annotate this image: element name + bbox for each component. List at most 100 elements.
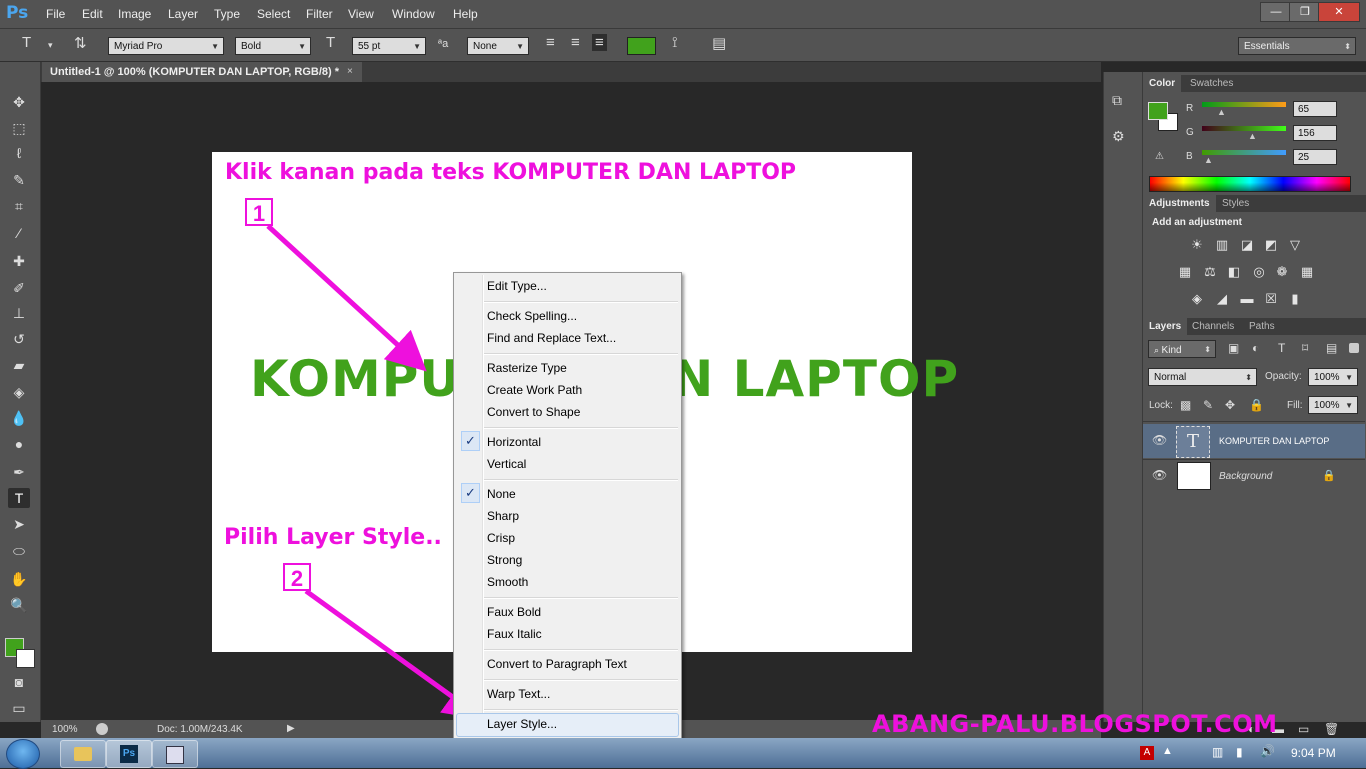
- menu-item-horizontal[interactable]: Horizontal: [487, 435, 541, 449]
- r-value-input[interactable]: 65: [1293, 101, 1337, 117]
- blend-mode-select[interactable]: Normal ⬍: [1148, 368, 1257, 386]
- filter-shape-icon[interactable]: ⌑: [1302, 341, 1308, 355]
- gradient-map-icon[interactable]: ▮: [1285, 291, 1305, 307]
- opacity-label: Opacity:: [1265, 371, 1302, 382]
- lock-transparent-icon[interactable]: ▩: [1180, 398, 1191, 412]
- history-panel-icon[interactable]: ⧉: [1112, 92, 1122, 109]
- menu-item-aa-sharp[interactable]: Sharp: [487, 509, 519, 523]
- fill-input[interactable]: 100% ▼: [1308, 396, 1358, 414]
- brightness-icon[interactable]: ☀: [1187, 237, 1207, 253]
- new-layer-icon[interactable]: ▭: [1298, 722, 1309, 736]
- menu-item-aa-none[interactable]: None: [487, 487, 516, 501]
- color-lookup-icon[interactable]: ▦: [1297, 264, 1317, 280]
- panel-dock-icons: [1103, 72, 1142, 722]
- menu-item-check-spelling[interactable]: Check Spelling...: [487, 309, 577, 323]
- tab-channels[interactable]: Channels: [1192, 318, 1234, 335]
- visibility-eye-icon[interactable]: 👁: [1152, 433, 1167, 447]
- g-slider[interactable]: [1202, 126, 1286, 131]
- layer-filter-select[interactable]: ⌕ Kind ⬍: [1148, 340, 1216, 358]
- menu-item-convert-to-shape[interactable]: Convert to Shape: [487, 405, 580, 419]
- vibrance-icon[interactable]: ▽: [1285, 237, 1305, 253]
- arrow-2: [304, 588, 485, 720]
- photo-filter-icon[interactable]: ◎: [1249, 264, 1269, 280]
- delete-layer-icon[interactable]: 🗑: [1324, 722, 1339, 736]
- check-icon-none: ✓: [461, 483, 480, 503]
- status-icon[interactable]: [96, 723, 108, 735]
- context-menu: Edit Type... Check Spelling... Find and …: [453, 272, 682, 740]
- b-label: B: [1186, 151, 1193, 162]
- tray-network-icon[interactable]: ▥: [1212, 745, 1223, 759]
- invert-icon[interactable]: ◈: [1187, 291, 1207, 307]
- g-slider-thumb[interactable]: ▲: [1248, 131, 1257, 141]
- curves-icon[interactable]: ◪: [1237, 237, 1257, 253]
- layer-thumbnail-text[interactable]: T: [1176, 426, 1210, 458]
- start-button[interactable]: [6, 739, 40, 769]
- filter-type-icon[interactable]: T: [1278, 341, 1285, 355]
- lock-image-icon[interactable]: ✎: [1203, 398, 1213, 412]
- menu-item-warp-text[interactable]: Warp Text...: [487, 687, 550, 701]
- filter-smart-object-icon[interactable]: ▤: [1326, 341, 1337, 355]
- layer-name-text[interactable]: KOMPUTER DAN LAPTOP: [1219, 436, 1329, 446]
- b-slider[interactable]: [1202, 150, 1286, 155]
- taskbar-photoshop-button[interactable]: Ps: [106, 740, 152, 768]
- filter-adjustment-icon[interactable]: ◐: [1252, 341, 1259, 355]
- r-slider-thumb[interactable]: ▲: [1217, 107, 1226, 117]
- tab-styles[interactable]: Styles: [1222, 195, 1249, 212]
- taskbar-clock[interactable]: 9:04 PM: [1291, 746, 1336, 760]
- g-label: G: [1186, 127, 1194, 138]
- menu-item-rasterize-type[interactable]: Rasterize Type: [487, 361, 567, 375]
- zoom-level[interactable]: 100%: [52, 724, 78, 735]
- hue-saturation-icon[interactable]: ▦: [1175, 264, 1195, 280]
- tray-volume-icon[interactable]: 🔊: [1260, 744, 1275, 758]
- posterize-icon[interactable]: ◢: [1212, 291, 1232, 307]
- levels-icon[interactable]: ▥: [1212, 237, 1232, 253]
- black-white-icon[interactable]: ◧: [1224, 264, 1244, 280]
- menu-item-aa-strong[interactable]: Strong: [487, 553, 522, 567]
- tab-adjustments[interactable]: Adjustments: [1143, 195, 1216, 212]
- lock-label: Lock:: [1149, 400, 1173, 411]
- exposure-icon[interactable]: ◩: [1261, 237, 1281, 253]
- layer-name-background[interactable]: Background: [1219, 471, 1272, 482]
- menu-item-aa-smooth[interactable]: Smooth: [487, 575, 528, 589]
- color-foreground-swatch[interactable]: [1148, 102, 1168, 120]
- taskbar-explorer-button[interactable]: [60, 740, 106, 768]
- menu-item-vertical[interactable]: Vertical: [487, 457, 526, 471]
- visibility-eye-icon[interactable]: 👁: [1152, 468, 1167, 482]
- tray-adobe-icon[interactable]: A: [1140, 746, 1154, 760]
- channel-mixer-icon[interactable]: ❁: [1272, 264, 1292, 280]
- color-balance-icon[interactable]: ⚖: [1200, 264, 1220, 280]
- status-menu-arrow-icon[interactable]: ▶: [287, 723, 295, 734]
- filter-pixel-icon[interactable]: ▣: [1228, 341, 1239, 355]
- menu-item-edit-type[interactable]: Edit Type...: [487, 279, 547, 293]
- lock-position-icon[interactable]: ✥: [1225, 398, 1235, 412]
- threshold-icon[interactable]: ▬: [1237, 291, 1257, 306]
- menu-item-faux-italic[interactable]: Faux Italic: [487, 627, 542, 641]
- g-value-input[interactable]: 156: [1293, 125, 1337, 141]
- b-slider-thumb[interactable]: ▲: [1204, 155, 1213, 165]
- b-value-input[interactable]: 25: [1293, 149, 1337, 165]
- selective-color-icon[interactable]: ☒: [1261, 291, 1281, 307]
- gamut-warning-icon[interactable]: ⚠: [1155, 151, 1164, 162]
- r-slider[interactable]: [1202, 102, 1286, 107]
- menu-item-faux-bold[interactable]: Faux Bold: [487, 605, 541, 619]
- lock-all-icon[interactable]: 🔒: [1249, 398, 1264, 412]
- menu-item-layer-style[interactable]: Layer Style...: [487, 717, 557, 731]
- tab-paths[interactable]: Paths: [1249, 318, 1275, 335]
- color-spectrum-bar[interactable]: [1149, 176, 1351, 192]
- menu-item-convert-paragraph[interactable]: Convert to Paragraph Text: [487, 657, 627, 671]
- properties-panel-icon[interactable]: ⚙: [1112, 128, 1125, 145]
- tab-swatches[interactable]: Swatches: [1190, 75, 1233, 92]
- layer-thumbnail-background[interactable]: [1177, 462, 1211, 490]
- menu-item-find-replace[interactable]: Find and Replace Text...: [487, 331, 616, 345]
- filter-toggle[interactable]: [1349, 343, 1359, 353]
- tray-expand-icon[interactable]: ▲: [1162, 745, 1173, 757]
- tab-layers[interactable]: Layers: [1143, 318, 1188, 335]
- opacity-input[interactable]: 100% ▼: [1308, 368, 1358, 386]
- tray-battery-icon[interactable]: ▮: [1236, 745, 1243, 759]
- fill-label: Fill:: [1287, 400, 1303, 411]
- menu-item-create-work-path[interactable]: Create Work Path: [487, 383, 582, 397]
- menu-item-aa-crisp[interactable]: Crisp: [487, 531, 515, 545]
- tab-color[interactable]: Color: [1143, 75, 1182, 92]
- doc-info: Doc: 1.00M/243.4K: [157, 724, 243, 735]
- taskbar-app-button[interactable]: [152, 740, 198, 768]
